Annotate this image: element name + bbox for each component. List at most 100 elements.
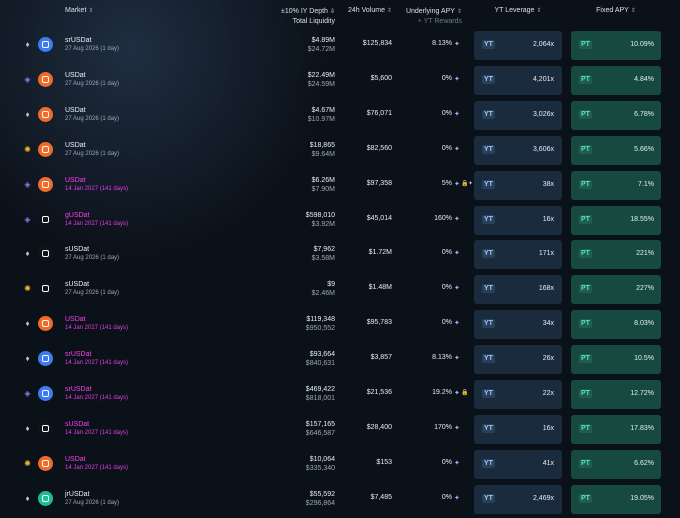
sort-icon: ⇕ [386,8,392,14]
table-header: Market ⇕ ±10% IY Depth ⇩ Total Liquidity 24… [0,0,680,28]
market-name[interactable]: USDat [65,456,86,463]
fixed-apy-value: 12.72% [630,390,654,397]
yt-leverage-button[interactable]: YT 34x [474,310,562,340]
sort-icon: ⇕ [88,8,94,14]
market-name[interactable]: sUSDat [65,281,89,288]
yt-leverage-button[interactable]: YT 16x [474,205,562,235]
market-name[interactable]: USDat [65,72,86,79]
market-row[interactable]: ♦ srUSDat 14 Jan 2027 (141 days) $93,664 $84… [0,342,680,376]
market-row[interactable]: ◈ USDat 27 Aug 2026 (1 day) $22.49M $24.59M $… [0,63,680,97]
maturity-date: 27 Aug 2026 (1 day) [65,80,120,87]
maturity-date: 27 Aug 2026 (1 day) [65,115,120,122]
iy-depth-value: $119,348 [306,316,335,324]
market-row[interactable]: ♦ sUSDat 27 Aug 2026 (1 day) $7,962 $3.58M $1… [0,237,680,271]
header-fixed-apy[interactable]: Fixed APY ⇕ [571,7,661,14]
market-name[interactable]: gUSDat [65,212,90,219]
pt-tag: PT [579,423,592,433]
fixed-apy-button[interactable]: PT 18.55% [571,205,661,235]
token-logo-icon [38,37,53,52]
yt-leverage-value: 26x [542,355,554,363]
token-logo-icon [38,420,53,436]
header-underlying-apy[interactable]: Underlying APY ⇕ + YT Rewards [400,7,462,26]
header-market[interactable]: Market ⇕ [65,7,93,14]
iy-depth-value: $10,064 [309,455,335,463]
underlying-apy-value: 19.2% [432,389,452,396]
market-row[interactable]: ♦ USDat 14 Jan 2027 (141 days) $119,348 $950… [0,307,680,341]
maturity-date: 27 Aug 2026 (1 day) [65,150,120,157]
total-liquidity-value: $296,864 [305,499,335,507]
market-row[interactable]: ✺ sUSDat 27 Aug 2026 (1 day) $9 $2.46M $1.48M… [0,272,680,306]
yt-leverage-button[interactable]: YT 3,026x [474,100,562,130]
market-row[interactable]: ✺ USDat 14 Jan 2027 (141 days) $10,064 $335,… [0,447,680,481]
spark-icon: ✦ [454,250,460,258]
yt-leverage-button[interactable]: YT 3,606x [474,135,562,165]
market-row[interactable]: ◈ srUSDat 14 Jan 2027 (141 days) $469,422 $8… [0,377,680,411]
fixed-apy-button[interactable]: PT 4.84% [571,65,661,95]
yt-leverage-button[interactable]: YT 26x [474,345,562,375]
market-row[interactable]: ♦ USDat 27 Aug 2026 (1 day) $4.67M $10.97M $7… [0,98,680,132]
fixed-apy-button[interactable]: PT 6.78% [571,100,661,130]
token-logo-icon [38,211,53,227]
yt-leverage-button[interactable]: YT 171x [474,240,562,270]
yt-leverage-button[interactable]: YT 2,469x [474,484,562,514]
market-row[interactable]: ◈ gUSDat 14 Jan 2027 (141 days) $598,010 $3.… [0,203,680,237]
iy-depth-value: $4.67M [311,106,335,114]
fixed-apy-button[interactable]: PT 227% [571,275,661,305]
market-name[interactable]: USDat [65,107,86,114]
yt-leverage-button[interactable]: YT 38x [474,170,562,200]
market-name[interactable]: srUSDat [65,386,91,393]
market-row[interactable]: ◈ USDat 14 Jan 2027 (141 days) $6.26M $7.90M… [0,168,680,202]
market-name[interactable]: USDat [65,316,86,323]
market-name[interactable]: USDat [65,177,86,184]
fixed-apy-button[interactable]: PT 10.09% [571,31,661,60]
yt-leverage-button[interactable]: YT 41x [474,449,562,479]
fixed-apy-button[interactable]: PT 8.03% [571,310,661,340]
market-name[interactable]: sUSDat [65,421,89,428]
yt-leverage-button[interactable]: YT 22x [474,380,562,409]
market-row[interactable]: ♦ sUSDat 14 Jan 2027 (141 days) $157,165 $64… [0,412,680,446]
underlying-apy-value: 8.13% [432,40,452,47]
depth-cell: $93,664 $840,631 [245,350,335,368]
volume-24h-value: $76,071 [366,109,392,117]
market-name[interactable]: srUSDat [65,37,91,44]
iy-depth-value: $4.89M [311,37,335,44]
market-name[interactable]: jrUSDat [65,491,90,498]
yt-leverage-button[interactable]: YT 16x [474,414,562,444]
market-name[interactable]: srUSDat [65,351,91,358]
fixed-apy-button[interactable]: PT 7.1% [571,170,661,200]
header-volume[interactable]: 24h Volume ⇕ [335,7,392,14]
fixed-apy-button[interactable]: PT 19.05% [571,484,661,514]
yt-leverage-value: 34x [542,320,554,328]
yt-leverage-value: 2,469x [532,494,554,502]
fixed-apy-button[interactable]: PT 17.83% [571,414,661,444]
total-liquidity-value: $3.58M [311,255,335,263]
market-row[interactable]: ✺ USDat 27 Aug 2026 (1 day) $18,865 $9.64M $8… [0,133,680,167]
fixed-apy-button[interactable]: PT 5.66% [571,135,661,165]
yt-leverage-button[interactable]: YT 2,064x [474,31,562,60]
sort-icon: ⇕ [630,8,636,14]
volume-24h-value: $5,600 [370,74,392,82]
fixed-apy-button[interactable]: PT 12.72% [571,380,661,409]
ethereum-chain-icon: ♦ [25,40,30,49]
volume-24h-value: $1.48M [368,284,392,292]
volume-24h-value: $1.72M [368,249,392,257]
market-row[interactable]: ♦ srUSDat 27 Aug 2026 (1 day) $4.89M $24.72M… [0,28,680,62]
header-yt-leverage[interactable]: YT Leverage ⇕ [474,7,562,14]
fixed-apy-button[interactable]: PT 6.62% [571,449,661,479]
lock-icon: 🔒 [461,390,469,396]
market-row[interactable]: ♦ jrUSDat 27 Aug 2026 (1 day) $55,592 $296,8… [0,482,680,516]
spark-icon: ✦ [454,145,460,153]
fixed-apy-value: 18.55% [630,215,654,223]
arbitrum-chain-icon: ◈ [24,74,31,84]
fixed-apy-button[interactable]: PT 10.5% [571,345,661,375]
header-depth[interactable]: ±10% IY Depth ⇩ Total Liquidity [245,7,335,26]
yt-leverage-button[interactable]: YT 4,201x [474,65,562,95]
yt-leverage-button[interactable]: YT 168x [474,275,562,305]
fixed-apy-button[interactable]: PT 221% [571,240,661,270]
bnb-chain-icon: ✺ [24,458,31,468]
pt-tag: PT [579,493,592,503]
market-name[interactable]: USDat [65,142,86,149]
volume-24h-value: $125,834 [362,40,392,47]
market-name[interactable]: sUSDat [65,246,89,253]
sort-icon: ⇕ [536,8,542,14]
